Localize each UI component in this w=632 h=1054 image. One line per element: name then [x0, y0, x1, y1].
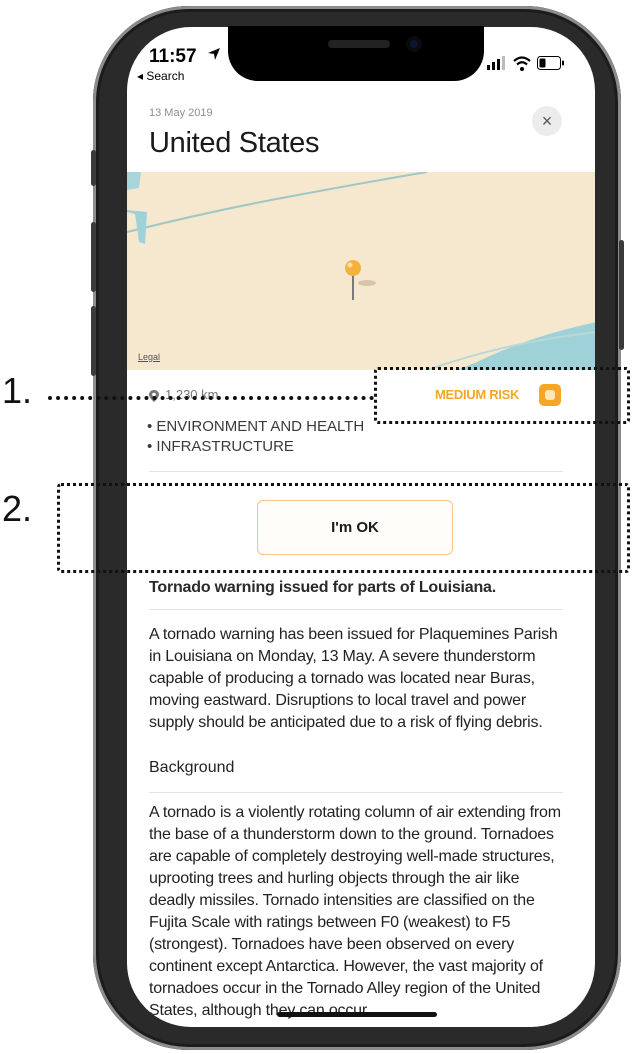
section-heading: Background: [149, 759, 235, 776]
volume-up-button: [91, 222, 96, 292]
map-canvas: [127, 172, 595, 370]
map-view[interactable]: Legal: [127, 172, 595, 370]
category-item: • ENVIRONMENT AND HEALTH: [147, 418, 365, 435]
status-icons: [487, 56, 564, 71]
front-camera: [406, 36, 422, 52]
category-list: • ENVIRONMENT AND HEALTH • INFRASTRUCTUR…: [147, 417, 364, 457]
wifi-icon: [513, 56, 531, 71]
divider: [149, 471, 563, 472]
alert-description: A tornado warning has been issued for Pl…: [149, 626, 558, 731]
volume-down-button: [91, 306, 96, 376]
annotation-label-2: 2.: [2, 488, 33, 529]
annotation-box-1: [374, 367, 630, 424]
location-arrow-icon: [208, 48, 220, 60]
page-title: United States: [149, 127, 320, 159]
map-pin-icon: [345, 260, 376, 300]
annotation-label-1: 1.: [2, 370, 33, 411]
clock: 11:57: [149, 46, 197, 67]
home-indicator[interactable]: [277, 1012, 437, 1017]
alert-header: 13 May 2019 United States ×: [127, 97, 595, 172]
speaker-grille: [328, 40, 390, 48]
close-button[interactable]: ×: [532, 106, 562, 136]
power-button: [619, 240, 624, 350]
mute-switch: [91, 150, 96, 186]
back-to-search-link[interactable]: ◂ Search: [137, 69, 184, 83]
cellular-signal-icon: [487, 56, 505, 70]
annotation-connector-1: [48, 396, 374, 400]
annotation-box-2: [57, 483, 630, 573]
close-icon: ×: [541, 110, 553, 131]
divider: [149, 792, 563, 793]
category-item: • INFRASTRUCTURE: [147, 438, 294, 455]
map-legal-link[interactable]: Legal: [138, 352, 160, 362]
battery-icon: [537, 56, 564, 70]
background-text: A tornado is a violently rotating column…: [149, 804, 561, 1019]
alert-headline: Tornado warning issued for parts of Loui…: [149, 579, 496, 596]
alert-date: 13 May 2019: [149, 107, 213, 119]
divider: [149, 609, 563, 610]
notch: [228, 26, 484, 81]
